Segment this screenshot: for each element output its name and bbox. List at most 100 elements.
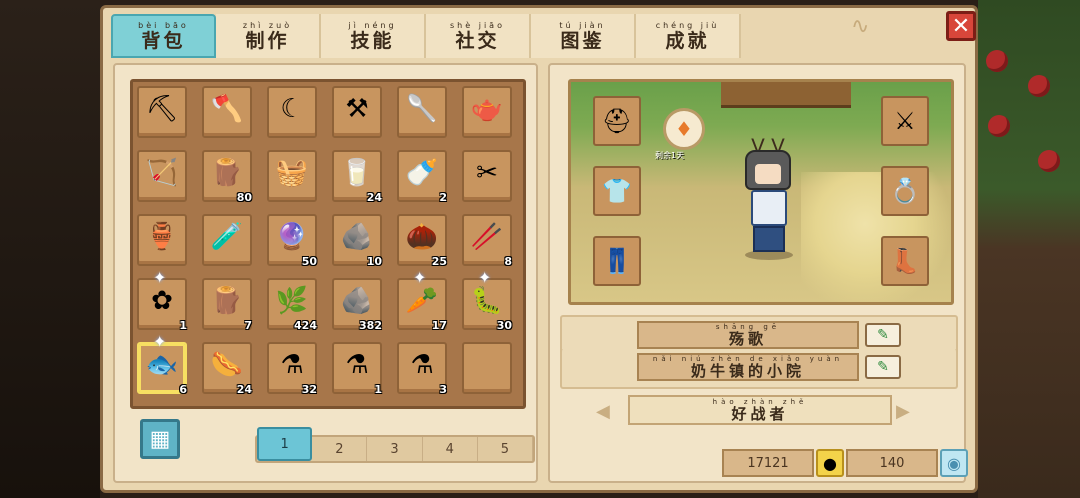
- pants-slot[interactable]: 👖: [593, 236, 641, 286]
- inventory-slot[interactable]: 🧪: [202, 214, 252, 266]
- hardwood-icon: 🪵: [210, 286, 244, 316]
- inventory-slot[interactable]: ✦ 🥕 17: [397, 268, 447, 332]
- red-potion-icon: ⚗: [280, 350, 304, 380]
- player-title: hào zhàn zhě 好战者: [628, 395, 892, 425]
- item-count: 24: [236, 383, 252, 396]
- flower-icon: [1028, 75, 1050, 97]
- inventory-slot[interactable]: 🪓: [202, 86, 252, 138]
- item-count: 80: [236, 191, 252, 204]
- bow-icon: 🏹: [145, 158, 179, 188]
- inventory-slot[interactable]: ⚗ 32: [267, 342, 317, 396]
- item-count: 3: [439, 383, 447, 396]
- item-count: 17: [431, 319, 447, 332]
- fish-icon: 🐟: [145, 350, 179, 380]
- item-count: 25: [431, 255, 447, 268]
- inventory-slot[interactable]: ☾: [267, 86, 317, 138]
- close-button[interactable]: ✕: [946, 11, 976, 41]
- tab-crafting[interactable]: zhì zuò 制作: [216, 14, 321, 58]
- inventory-slot[interactable]: 🌰 25: [397, 214, 447, 268]
- tab-social[interactable]: shè jiāo 社交: [426, 14, 531, 58]
- inventory-slot[interactable]: 🍼 2: [397, 150, 447, 204]
- wing-right-icon: ▶: [896, 401, 910, 422]
- fence: [721, 82, 851, 108]
- page-3-button[interactable]: 3: [367, 437, 423, 461]
- inventory-slot[interactable]: 🧺: [267, 150, 317, 202]
- boots-icon: 👢: [890, 247, 920, 275]
- inventory-slot[interactable]: ⛏: [137, 86, 187, 138]
- carrot-buff-icon: ♦: [675, 117, 693, 141]
- inventory-slot[interactable]: 🏹: [137, 150, 187, 202]
- inventory-slot[interactable]: 🪨 10: [332, 214, 382, 268]
- item-count: 30: [496, 319, 512, 332]
- item-count: 6: [179, 383, 187, 396]
- inventory-slot[interactable]: 🥢 8: [462, 214, 512, 268]
- item-count: 10: [366, 255, 382, 268]
- page-5-button[interactable]: 5: [478, 437, 533, 461]
- page-1-button[interactable]: 1: [257, 427, 313, 461]
- item-count: 32: [301, 383, 317, 396]
- shirt-slot[interactable]: 👕: [593, 166, 641, 216]
- page-selector: 12345: [255, 427, 535, 463]
- player-name: shāng gē 殇歌: [637, 321, 859, 349]
- empty-slot[interactable]: [462, 342, 512, 394]
- helmet-slot[interactable]: ⛑: [593, 96, 641, 146]
- tab-collection[interactable]: tú jiàn 图鉴: [531, 14, 636, 58]
- inventory-slot[interactable]: 🥄: [397, 86, 447, 138]
- red-potion-small-icon: ⚗: [345, 350, 369, 380]
- inventory-slot[interactable]: ✂: [462, 150, 512, 202]
- water-jar-icon: 🏺: [145, 222, 179, 252]
- ore-rock-icon: 🪨: [340, 222, 374, 252]
- tab-skills[interactable]: jì néng 技能: [321, 14, 426, 58]
- tab-achievements[interactable]: chéng jiù 成就: [636, 14, 741, 58]
- item-count: 24: [366, 191, 382, 204]
- item-count: 50: [301, 255, 317, 268]
- horned-helmet-icon: ⛑: [601, 107, 633, 135]
- pickaxe-icon: ⛏: [145, 94, 179, 124]
- stone-icon: 🪨: [340, 286, 374, 316]
- shears-icon: ✂: [476, 158, 498, 188]
- inventory-slot[interactable]: 🪵 7: [202, 278, 252, 332]
- pencil-icon: ✎: [877, 327, 889, 343]
- weapon-slot[interactable]: ⚔: [881, 96, 929, 146]
- basket-icon: 🧺: [275, 158, 309, 188]
- shirt-icon: 👕: [602, 177, 632, 205]
- wood-plank-icon: 🪵: [210, 158, 244, 188]
- inventory-slot[interactable]: 🏺: [137, 214, 187, 266]
- wing-left-icon: ◀: [596, 401, 610, 422]
- sausage-icon: 🌭: [210, 350, 244, 380]
- inventory-slot[interactable]: 🪵 80: [202, 150, 252, 204]
- ring-slot[interactable]: 💍: [881, 166, 929, 216]
- background-left: [0, 0, 100, 498]
- buff-badge[interactable]: ♦: [663, 108, 705, 150]
- shovel-icon: 🥄: [405, 94, 439, 124]
- milk-jug-icon: 🥛: [340, 158, 374, 188]
- boots-slot[interactable]: 👢: [881, 236, 929, 286]
- inventory-slot[interactable]: 🪨 382: [332, 278, 382, 332]
- seed-icon: 🌰: [405, 222, 439, 252]
- edit-farm-button[interactable]: ✎: [865, 355, 901, 379]
- inventory-slot[interactable]: 🫖: [462, 86, 512, 138]
- inventory-slot[interactable]: ✦ 🐛 30: [462, 268, 512, 332]
- inventory-slot[interactable]: 🌿 424: [267, 278, 317, 332]
- scythe-icon: ☾: [280, 94, 304, 124]
- page-2-button[interactable]: 2: [312, 437, 368, 461]
- grid-icon: ▦: [149, 426, 171, 452]
- inventory-slot[interactable]: ⚗ 1: [332, 342, 382, 396]
- tab-backpack[interactable]: bèi bāo 背包: [111, 14, 216, 58]
- swirl-ornament-icon: ∿: [851, 14, 870, 39]
- flower-icon: [986, 50, 1008, 72]
- edit-name-button[interactable]: ✎: [865, 323, 901, 347]
- inventory-slot[interactable]: ⚒: [332, 86, 382, 138]
- inventory-slot[interactable]: ✦ ✿ 1: [137, 268, 187, 332]
- item-count: 382: [359, 319, 382, 332]
- inventory-slot[interactable]: 🥛 24: [332, 150, 382, 204]
- inventory-slot[interactable]: 🔮 50: [267, 214, 317, 268]
- gem-icon: ◉: [940, 449, 968, 477]
- worm-icon: 🐛: [470, 286, 504, 316]
- inventory-slot[interactable]: ✦ 🐟 6: [137, 332, 187, 396]
- sort-button[interactable]: ▦: [140, 419, 180, 459]
- inventory-slot[interactable]: ⚗ 3: [397, 342, 447, 396]
- page-4-button[interactable]: 4: [423, 437, 478, 461]
- item-count: 2: [439, 191, 447, 204]
- inventory-slot[interactable]: 🌭 24: [202, 342, 252, 396]
